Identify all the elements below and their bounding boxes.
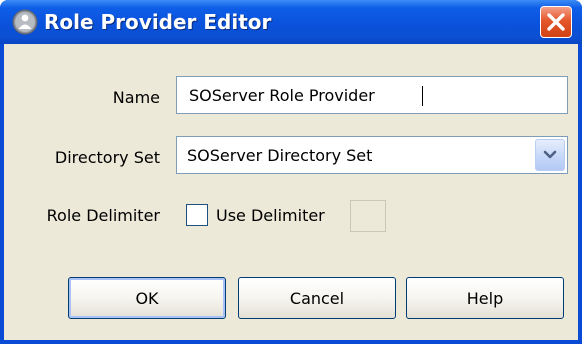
text-caret bbox=[422, 86, 423, 106]
role-provider-icon bbox=[12, 9, 38, 35]
directory-set-value: SOServer Directory Set bbox=[187, 146, 373, 165]
dialog-body: Name Directory Set SOServer Directory Se… bbox=[4, 44, 578, 340]
delimiter-input bbox=[350, 200, 386, 232]
directory-set-label: Directory Set bbox=[54, 148, 160, 167]
directory-set-select[interactable]: SOServer Directory Set bbox=[176, 136, 568, 174]
title-bar[interactable]: Role Provider Editor bbox=[0, 0, 582, 44]
window-title: Role Provider Editor bbox=[44, 10, 272, 34]
name-field[interactable] bbox=[176, 76, 568, 114]
name-input[interactable] bbox=[177, 77, 567, 113]
role-delimiter-label: Role Delimiter bbox=[46, 206, 160, 225]
role-provider-editor-window: Role Provider Editor Name Directory Set … bbox=[0, 0, 582, 344]
ok-button[interactable]: OK bbox=[68, 277, 226, 319]
chevron-down-icon bbox=[543, 150, 557, 159]
help-button[interactable]: Help bbox=[406, 277, 564, 319]
close-button[interactable] bbox=[540, 6, 572, 38]
close-icon bbox=[547, 13, 565, 31]
cancel-button[interactable]: Cancel bbox=[238, 277, 396, 319]
name-label: Name bbox=[112, 88, 160, 107]
dropdown-button[interactable] bbox=[535, 139, 565, 171]
use-delimiter-checkbox[interactable] bbox=[186, 204, 208, 226]
use-delimiter-label[interactable]: Use Delimiter bbox=[216, 206, 325, 225]
